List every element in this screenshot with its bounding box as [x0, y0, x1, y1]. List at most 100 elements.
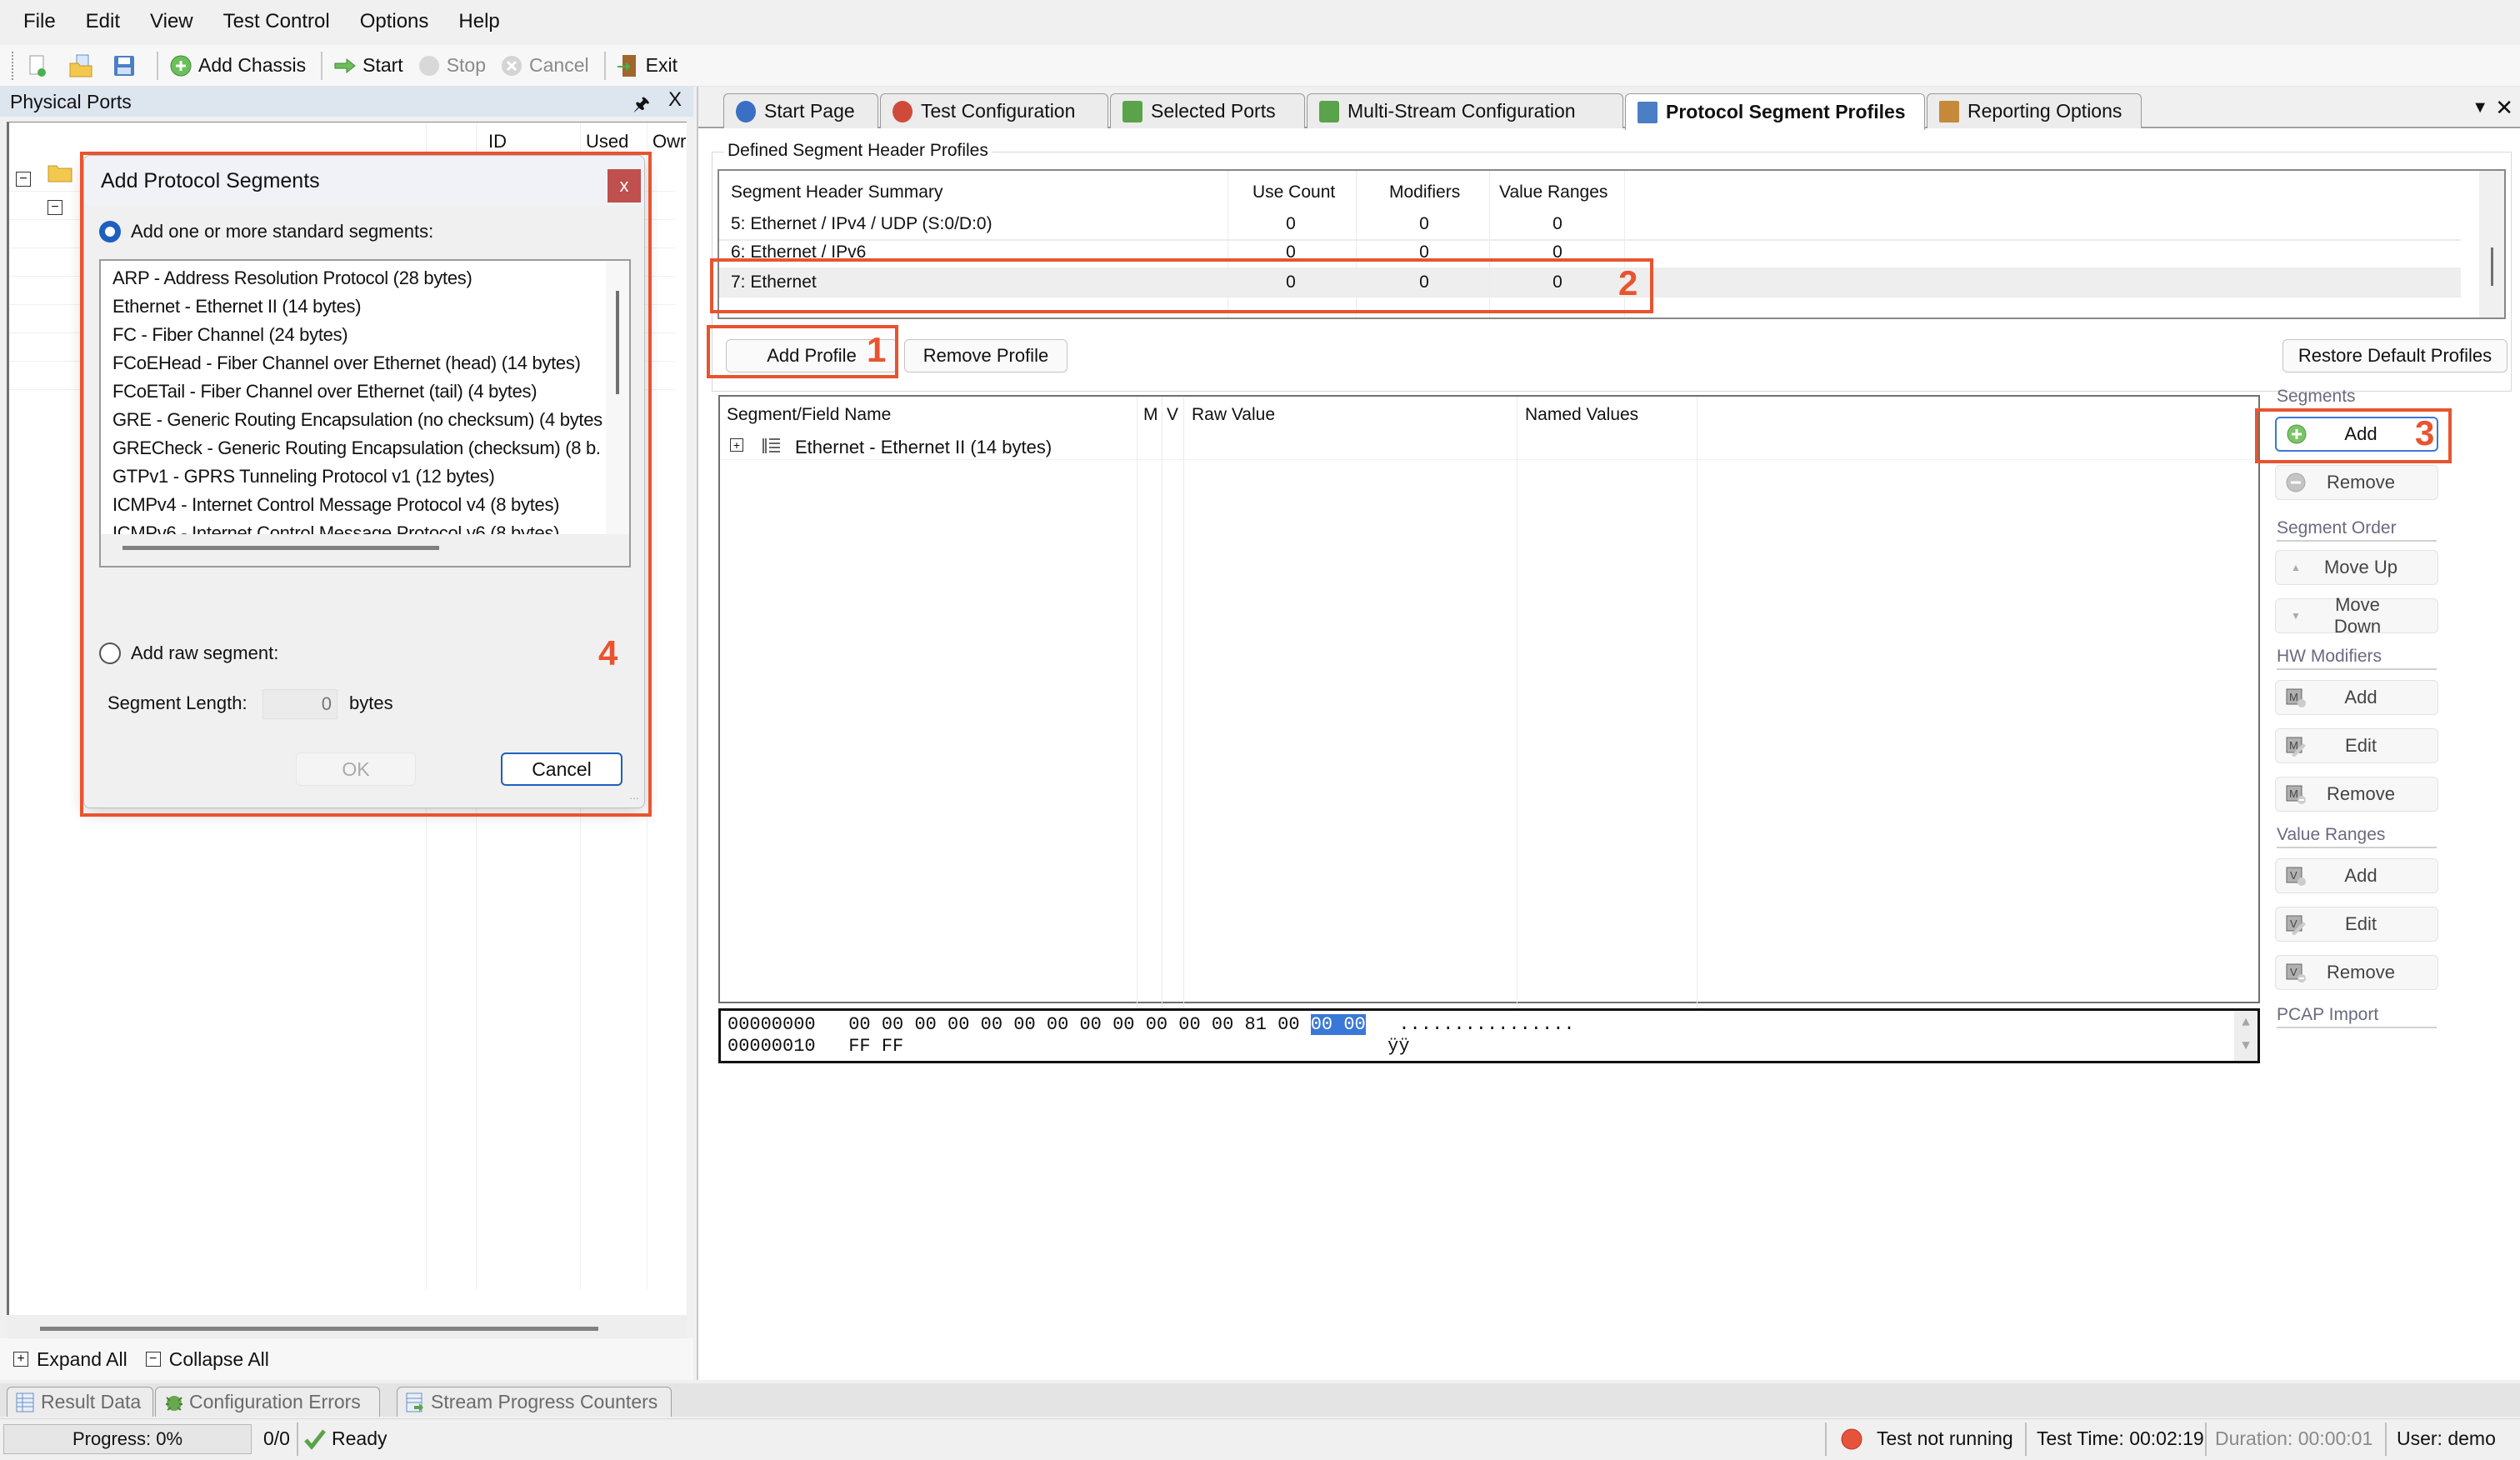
tab-result-data[interactable]: Result Data [7, 1387, 153, 1417]
stop-button[interactable]: Stop [417, 53, 486, 78]
remove-segment-button[interactable]: Remove [2275, 465, 2438, 500]
column-header-named-values[interactable]: Named Values [1525, 405, 1638, 425]
column-header-m[interactable]: M [1143, 405, 1158, 425]
list-vertical-scrollbar[interactable] [606, 261, 629, 534]
remove-profile-button[interactable]: Remove Profile [904, 339, 1068, 372]
scrollbar-thumb[interactable] [40, 1327, 598, 1331]
profiles-table[interactable]: Segment Header Summary Use Count Modifie… [718, 169, 2506, 319]
cancel-button[interactable]: Cancel [499, 53, 589, 78]
column-header-use-count[interactable]: Use Count [1252, 182, 1335, 202]
profile-use-count: 0 [1286, 214, 1296, 233]
raw-segment-option[interactable]: Add raw segment: [99, 642, 278, 664]
move-up-button[interactable]: ▲ Move Up [2275, 550, 2438, 585]
open-button[interactable] [68, 53, 98, 78]
segment-length-input[interactable]: 0 [262, 689, 338, 719]
column-header-field-name[interactable]: Segment/Field Name [727, 405, 891, 425]
new-button[interactable] [25, 53, 55, 78]
segment-list-item[interactable]: GRECheck - Generic Routing Encapsulation… [112, 438, 601, 459]
collapse-all-button[interactable]: − Collapse All [145, 1348, 269, 1371]
segment-list-item[interactable]: ARP - Address Resolution Protocol (28 by… [112, 268, 472, 289]
toolbar-grip[interactable] [12, 51, 17, 80]
segment-list-item[interactable]: FC - Fiber Channel (24 bytes) [112, 324, 348, 346]
tab-list-dropdown-icon[interactable]: ▼ [2472, 98, 2488, 118]
column-header-summary[interactable]: Segment Header Summary [731, 182, 942, 202]
scroll-down-icon[interactable]: ▼ [2234, 1034, 2258, 1058]
column-header-owner[interactable]: Owr [652, 131, 686, 152]
segment-list-item[interactable]: GTPv1 - GPRS Tunneling Protocol v1 (12 b… [112, 466, 495, 488]
menu-test-control[interactable]: Test Control [223, 10, 330, 33]
hex-ascii: ÿÿ [1388, 1036, 1410, 1057]
hex-scrollbar[interactable]: ▲ ▼ [2234, 1011, 2258, 1061]
segment-fields-table[interactable]: Segment/Field Name M V Raw Value Named V… [718, 395, 2260, 1023]
hw-modifier-edit-button[interactable]: M Edit [2275, 728, 2438, 763]
scrollbar-thumb[interactable] [122, 546, 439, 550]
expand-all-button[interactable]: + Expand All [13, 1348, 128, 1371]
segment-list-item[interactable]: FCoEHead - Fiber Channel over Ethernet (… [112, 352, 581, 374]
tab-selected-ports[interactable]: Selected Ports [1110, 93, 1305, 128]
add-chassis-button[interactable]: Add Chassis [168, 53, 306, 78]
bug-icon [164, 1392, 182, 1412]
value-range-remove-button[interactable]: V Remove [2275, 955, 2438, 990]
test-state: Test not running [1877, 1428, 2013, 1449]
pin-icon[interactable]: 🖈 [633, 90, 650, 122]
value-range-add-button[interactable]: V Add [2275, 858, 2438, 893]
menu-help[interactable]: Help [458, 10, 499, 33]
vertical-scrollbar[interactable] [2479, 171, 2504, 318]
menu-view[interactable]: View [150, 10, 193, 33]
dialog-close-button[interactable]: x [608, 169, 641, 202]
menu-edit[interactable]: Edit [86, 10, 120, 33]
tree-collapse-toggle[interactable]: − [16, 166, 39, 188]
profile-row[interactable]: 5: Ethernet / IPv4 / UDP (S:0/D:0) 0 0 0 [719, 211, 1636, 239]
close-tab-icon[interactable]: ✕ [2495, 95, 2513, 121]
profile-row[interactable]: 6: Ethernet / IPv6 0 0 0 [719, 239, 1636, 268]
resize-grip-icon[interactable]: ⋯ [629, 792, 639, 804]
save-button[interactable] [112, 53, 142, 78]
tab-test-configuration[interactable]: Test Configuration [880, 93, 1108, 128]
dialog-cancel-button[interactable]: Cancel [501, 752, 622, 786]
menu-options[interactable]: Options [360, 10, 429, 33]
standard-segments-option[interactable]: Add one or more standard segments: [99, 221, 433, 242]
start-button[interactable]: Start [332, 53, 403, 78]
tab-protocol-segment-profiles[interactable]: Protocol Segment Profiles [1625, 93, 1925, 130]
column-header-raw-value[interactable]: Raw Value [1192, 405, 1275, 425]
expand-plus-icon[interactable]: + [730, 438, 743, 452]
tree-collapse-toggle[interactable]: − [48, 194, 71, 216]
column-header-value-ranges[interactable]: Value Ranges [1499, 182, 1608, 202]
move-down-button[interactable]: ▼ Move Down [2275, 594, 2438, 637]
close-panel-icon[interactable]: X [668, 88, 682, 112]
tab-configuration-errors[interactable]: Configuration Errors [155, 1387, 380, 1417]
segment-list-item[interactable]: GRE - Generic Routing Encapsulation (no … [112, 409, 602, 431]
scroll-up-icon[interactable]: ▲ [2234, 1011, 2258, 1034]
segment-list-item[interactable]: Ethernet - Ethernet II (14 bytes) [112, 296, 362, 318]
radio-raw-segment[interactable] [99, 642, 121, 664]
hex-dump-view[interactable]: 00000000 00 00 00 00 00 00 00 00 00 00 0… [718, 1008, 2260, 1063]
column-header-v[interactable]: V [1167, 405, 1178, 425]
list-horizontal-scrollbar[interactable] [101, 534, 629, 566]
hw-modifier-add-button[interactable]: M Add [2275, 680, 2438, 715]
segment-list-item[interactable]: ICMPv4 - Internet Control Message Protoc… [112, 494, 559, 516]
tab-reporting-options[interactable]: Reporting Options [1927, 93, 2142, 128]
add-segment-button[interactable]: Add [2275, 417, 2438, 452]
radio-standard-segments[interactable] [99, 221, 121, 242]
table-icon [16, 1392, 34, 1412]
standard-segments-list[interactable]: ARP - Address Resolution Protocol (28 by… [99, 259, 631, 568]
segment-list-item[interactable]: FCoETail - Fiber Channel over Ethernet (… [112, 381, 538, 402]
scrollbar-thumb[interactable] [616, 291, 619, 394]
column-header-modifiers[interactable]: Modifiers [1389, 182, 1460, 202]
tab-multi-stream-configuration[interactable]: Multi-Stream Configuration [1307, 93, 1623, 128]
hw-modifier-remove-button[interactable]: M Remove [2275, 777, 2438, 812]
dialog-title-bar[interactable]: Add Protocol Segments x [84, 156, 644, 206]
annotation-number: 1 [867, 330, 887, 369]
tab-stream-progress-counters[interactable]: Stream Progress Counters [397, 1387, 672, 1417]
profile-row-selected[interactable]: 7: Ethernet 0 0 0 [719, 268, 1636, 296]
scrollbar-thumb[interactable] [2491, 248, 2493, 286]
dialog-ok-button[interactable]: OK [296, 752, 416, 786]
field-row[interactable]: + Ethernet - Ethernet II (14 bytes) [720, 432, 2253, 460]
exit-button[interactable]: Exit [616, 53, 678, 78]
restore-default-profiles-button[interactable]: Restore Default Profiles [2282, 339, 2508, 372]
tab-start-page[interactable]: Start Page [723, 93, 878, 128]
menu-file[interactable]: File [23, 10, 56, 33]
value-range-edit-button[interactable]: V Edit [2275, 907, 2438, 942]
column-header-used[interactable]: Used [586, 131, 628, 152]
column-header-id[interactable]: ID [488, 131, 507, 152]
